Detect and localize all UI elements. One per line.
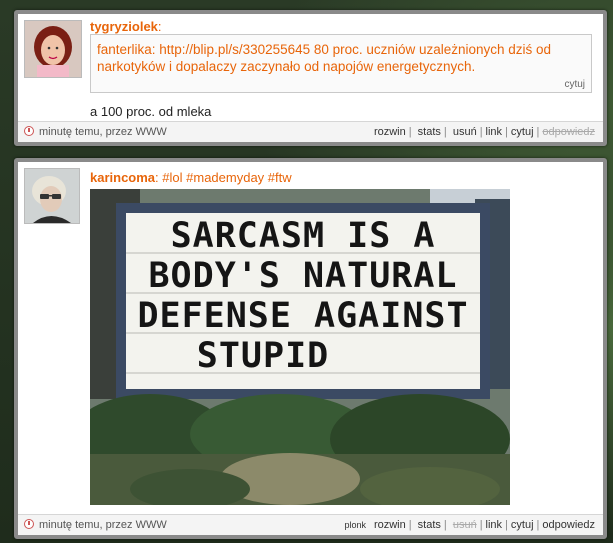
plonk-link[interactable]: plonk — [344, 520, 366, 530]
clock-icon — [24, 519, 34, 529]
status-actions: rozwin | stats | usuń | link | cytuj | odpowiedz — [373, 126, 595, 138]
reply-link[interactable]: odpowiedz — [542, 519, 595, 531]
status-card: karincoma: #lol #mademyday #ftw SARCASM … — [14, 158, 607, 539]
author-colon: : — [155, 170, 159, 185]
expand-link[interactable]: rozwin — [374, 519, 406, 531]
status-timestamp[interactable]: minutę temu, przez WWW — [39, 126, 167, 138]
sign-line: DEFENSE AGAINST — [137, 296, 468, 336]
clock-icon — [24, 126, 34, 136]
attached-photo[interactable]: SARCASM IS A BODY'S NATURAL DEFENSE AGAI… — [90, 189, 510, 505]
stats-link[interactable]: stats — [418, 519, 441, 531]
author-name[interactable]: tygryziolek — [90, 19, 158, 34]
delete-link: usuń — [452, 519, 477, 531]
author-name[interactable]: karincoma — [90, 170, 155, 185]
author-colon: : — [157, 19, 162, 34]
quoted-text[interactable]: fanterlika: http://blip.pl/s/330255645 8… — [97, 41, 577, 75]
sign-line: BODY'S NATURAL — [148, 256, 457, 296]
status-timestamp[interactable]: minutę temu, przez WWW — [39, 519, 167, 531]
status-tags[interactable]: #lol #mademyday #ftw — [162, 170, 291, 185]
stats-link[interactable]: stats — [418, 126, 441, 138]
quote-link[interactable]: cytuj — [511, 126, 534, 138]
quoted-status: fanterlika: http://blip.pl/s/330255645 8… — [90, 34, 592, 93]
sign-photo: SARCASM IS A BODY'S NATURAL DEFENSE AGAI… — [90, 189, 510, 505]
reply-link: odpowiedz — [542, 126, 595, 138]
permalink-link[interactable]: link — [486, 519, 503, 531]
expand-link[interactable]: rozwin — [374, 126, 406, 138]
status-card: tygryziolek: fanterlika: http://blip.pl/… — [14, 10, 607, 146]
status-footer: minutę temu, przez WWW rozwin | stats | us… — [18, 121, 603, 142]
avatar[interactable] — [24, 168, 80, 224]
quote-cite-link[interactable]: cytuj — [564, 79, 585, 90]
status-actions: plonk rozwin | stats | usuń | link | cytuj | odpo… — [344, 519, 595, 531]
sign-line: STUPID — [197, 336, 329, 376]
sign-line: SARCASM IS A — [171, 216, 436, 256]
status-text: a 100 proc. od mleka — [90, 104, 212, 119]
quote-link[interactable]: cytuj — [511, 519, 534, 531]
delete-link[interactable]: usuń — [453, 126, 477, 138]
permalink-link[interactable]: link — [486, 126, 503, 138]
status-footer: minutę temu, przez WWW plonk rozwin | stat… — [18, 514, 603, 535]
status-content: karincoma: #lol #mademyday #ftw — [90, 170, 292, 185]
avatar[interactable] — [24, 20, 82, 78]
